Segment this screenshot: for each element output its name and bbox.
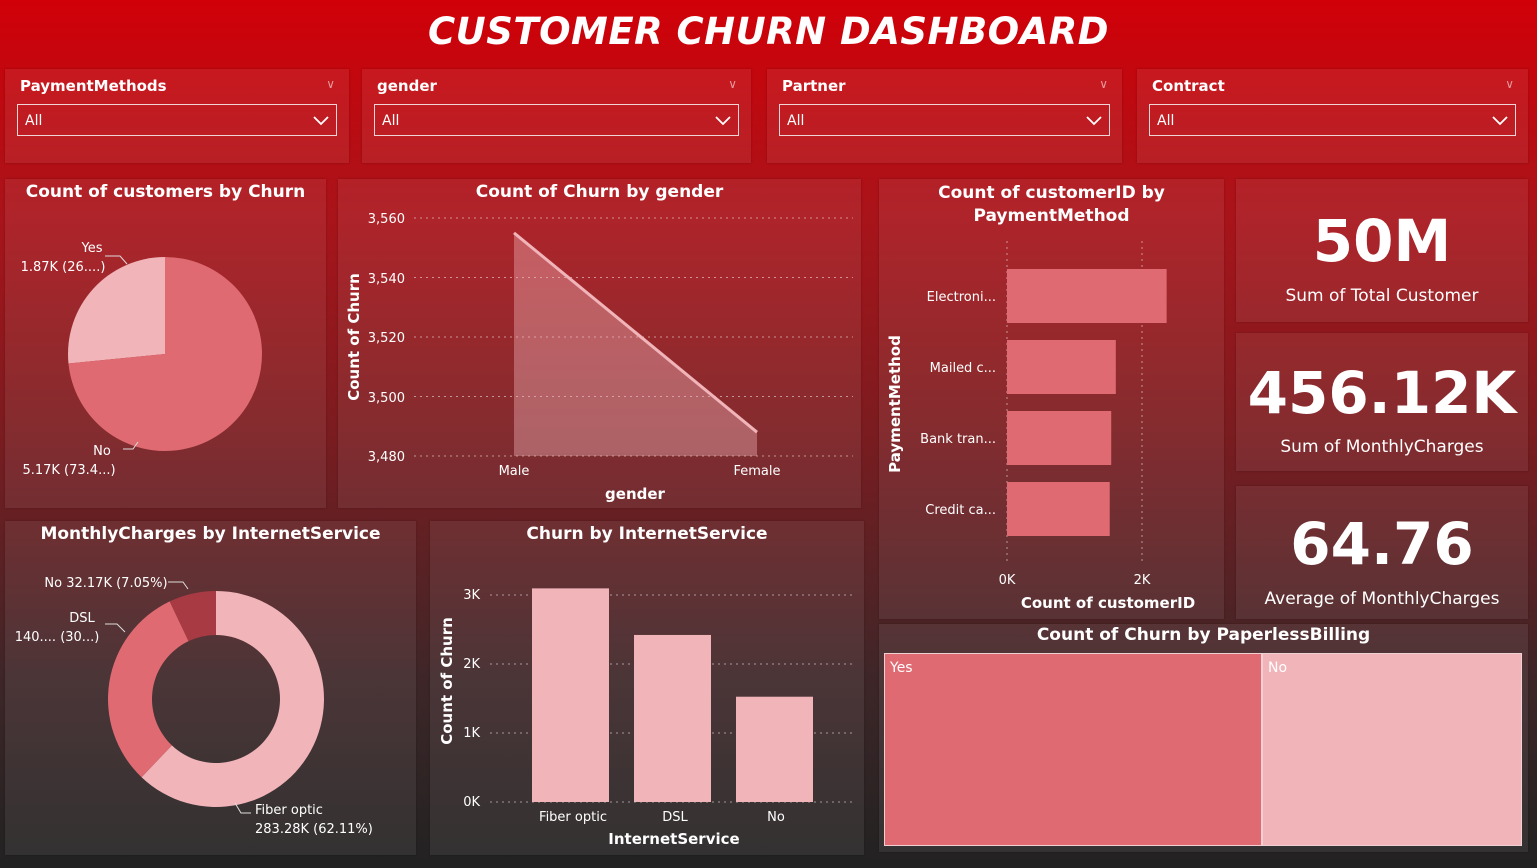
donut-label-fiber-value: 283.28K (62.11%) bbox=[255, 822, 373, 837]
gender-area-panel: Count of Churn by gender 3,560 3,540 3,5… bbox=[338, 179, 861, 508]
slicer-label: Partner bbox=[782, 77, 846, 95]
y-tick-label: 2K bbox=[463, 657, 480, 672]
chevron-down-icon bbox=[313, 116, 329, 126]
category-label: Credit ca... bbox=[925, 503, 996, 518]
kpi-label: Average of MonthlyCharges bbox=[1264, 589, 1500, 609]
internet-bar-chart: 3K 2K 1K 0K Fiber optic DSL No InternetS… bbox=[438, 588, 856, 848]
donut-label-no: No 32.17K (7.05%) bbox=[44, 576, 167, 591]
category-label: Bank tran... bbox=[920, 432, 996, 447]
leader-line bbox=[105, 623, 126, 633]
x-tick-label: No bbox=[767, 810, 785, 825]
x-tick-label: Male bbox=[499, 464, 530, 479]
bar-dsl[interactable] bbox=[634, 634, 711, 802]
slicer-partner: Partner ∨ All bbox=[767, 69, 1122, 163]
bar-bank-transfer[interactable] bbox=[1007, 411, 1112, 465]
y-tick-label: 1K bbox=[463, 726, 480, 741]
y-tick-label: 3K bbox=[463, 588, 480, 603]
slicer-dropdown[interactable]: All bbox=[1149, 104, 1516, 136]
x-tick-label: DSL bbox=[662, 810, 688, 825]
pie-label-no-value: 5.17K (73.4...) bbox=[22, 463, 115, 478]
slicer-label: PaymentMethods bbox=[20, 77, 167, 95]
slicer-label: gender bbox=[377, 77, 437, 95]
internet-bar-panel: Churn by InternetService 3K 2K 1K 0K Fib… bbox=[430, 521, 864, 855]
donut-label-fiber-name: Fiber optic bbox=[255, 803, 323, 818]
donut-label-dsl-value: 140.... (30...) bbox=[15, 630, 100, 645]
y-tick-label: 3,560 bbox=[368, 212, 405, 227]
treemap-tile-yes[interactable]: Yes bbox=[884, 653, 1262, 846]
bar-mailed[interactable] bbox=[1007, 340, 1116, 394]
slicer-value: All bbox=[787, 113, 805, 129]
y-tick-label: 3,500 bbox=[368, 391, 405, 406]
area-fill bbox=[514, 232, 757, 456]
pie-label-yes-value: 1.87K (26....) bbox=[21, 260, 106, 275]
y-tick-label: 3,540 bbox=[368, 272, 405, 287]
chevron-down-icon bbox=[1492, 116, 1508, 126]
slicer-label: Contract bbox=[1152, 77, 1225, 95]
kpi-card-avg-monthly-charges: 64.76 Average of MonthlyCharges bbox=[1236, 486, 1528, 619]
kpi-value: 456.12K bbox=[1247, 359, 1517, 427]
x-tick-label: 2K bbox=[1134, 573, 1151, 588]
bar-no[interactable] bbox=[736, 696, 813, 802]
bar-credit-card[interactable] bbox=[1007, 482, 1110, 536]
slicer-payment-methods: PaymentMethods ∨ All bbox=[5, 69, 349, 163]
slicer-value: All bbox=[25, 113, 43, 129]
chevron-down-icon[interactable]: ∨ bbox=[728, 77, 737, 91]
churn-pie-chart: Yes 1.87K (26....) No 5.17K (73.4...) bbox=[21, 241, 262, 478]
kpi-label: Sum of MonthlyCharges bbox=[1280, 437, 1484, 457]
payment-bar-chart: Electroni... Mailed c... Bank tran... Cr… bbox=[886, 241, 1195, 612]
bar-fiber-optic[interactable] bbox=[532, 588, 609, 802]
kpi-value: 64.76 bbox=[1290, 510, 1474, 578]
leader-line bbox=[168, 581, 189, 590]
y-tick-label: 3,480 bbox=[368, 450, 405, 465]
y-axis-title: Count of Churn bbox=[438, 617, 456, 745]
slicer-gender: gender ∨ All bbox=[362, 69, 751, 163]
x-tick-label: Female bbox=[733, 464, 780, 479]
chevron-down-icon[interactable]: ∨ bbox=[326, 77, 335, 91]
dashboard-title: CUSTOMER CHURN DASHBOARD bbox=[428, 10, 1109, 53]
slicer-value: All bbox=[1157, 113, 1175, 129]
chevron-down-icon bbox=[715, 116, 731, 126]
x-axis-title: Count of customerID bbox=[1021, 594, 1195, 612]
chevron-down-icon[interactable]: ∨ bbox=[1505, 77, 1514, 91]
treemap-tile-no[interactable]: No bbox=[1262, 653, 1522, 846]
churn-pie-panel: Count of customers by Churn Yes 1.87K (2… bbox=[5, 179, 326, 508]
category-label: Mailed c... bbox=[930, 361, 996, 376]
category-label: Electroni... bbox=[927, 290, 996, 305]
y-tick-label: 0K bbox=[463, 795, 480, 810]
slicer-dropdown[interactable]: All bbox=[17, 104, 337, 136]
x-tick-label: Fiber optic bbox=[539, 810, 607, 825]
donut-chart: No 32.17K (7.05%) DSL 140.... (30...) Fi… bbox=[15, 576, 373, 837]
payment-bar-panel: Count of customerID by PaymentMethod Ele… bbox=[879, 179, 1224, 619]
gender-area-chart: 3,560 3,540 3,520 3,500 3,480 Male Femal… bbox=[345, 212, 853, 503]
slicer-value: All bbox=[382, 113, 400, 129]
slicer-dropdown[interactable]: All bbox=[779, 104, 1110, 136]
leader-line bbox=[105, 255, 128, 265]
x-axis-title: InternetService bbox=[608, 830, 739, 848]
treemap-panel: Count of Churn by PaperlessBilling Yes N… bbox=[879, 624, 1528, 852]
x-axis-title: gender bbox=[605, 485, 666, 503]
treemap-label: No bbox=[1268, 660, 1288, 676]
treemap-label: Yes bbox=[890, 660, 913, 676]
y-axis-title: Count of Churn bbox=[345, 273, 363, 401]
chevron-down-icon bbox=[1086, 116, 1102, 126]
chevron-down-icon[interactable]: ∨ bbox=[1099, 77, 1108, 91]
x-tick-label: 0K bbox=[999, 573, 1016, 588]
panel-title: Count of Churn by PaperlessBilling bbox=[1036, 625, 1371, 645]
kpi-card-total-customer: 50M Sum of Total Customer bbox=[1236, 179, 1528, 322]
pie-label-yes-name: Yes bbox=[81, 241, 103, 256]
slicer-contract: Contract ∨ All bbox=[1137, 69, 1528, 163]
bar-electronic[interactable] bbox=[1007, 269, 1167, 323]
donut-panel: MonthlyCharges by InternetService No 32.… bbox=[5, 521, 416, 855]
kpi-card-monthly-charges: 456.12K Sum of MonthlyCharges bbox=[1236, 333, 1528, 471]
kpi-value: 50M bbox=[1312, 207, 1452, 275]
kpi-label: Sum of Total Customer bbox=[1285, 286, 1479, 306]
donut-label-dsl-name: DSL bbox=[69, 611, 95, 626]
pie-label-no-name: No bbox=[93, 444, 111, 459]
y-tick-label: 3,520 bbox=[368, 331, 405, 346]
slicer-dropdown[interactable]: All bbox=[374, 104, 739, 136]
y-axis-title: PaymentMethod bbox=[886, 335, 904, 473]
